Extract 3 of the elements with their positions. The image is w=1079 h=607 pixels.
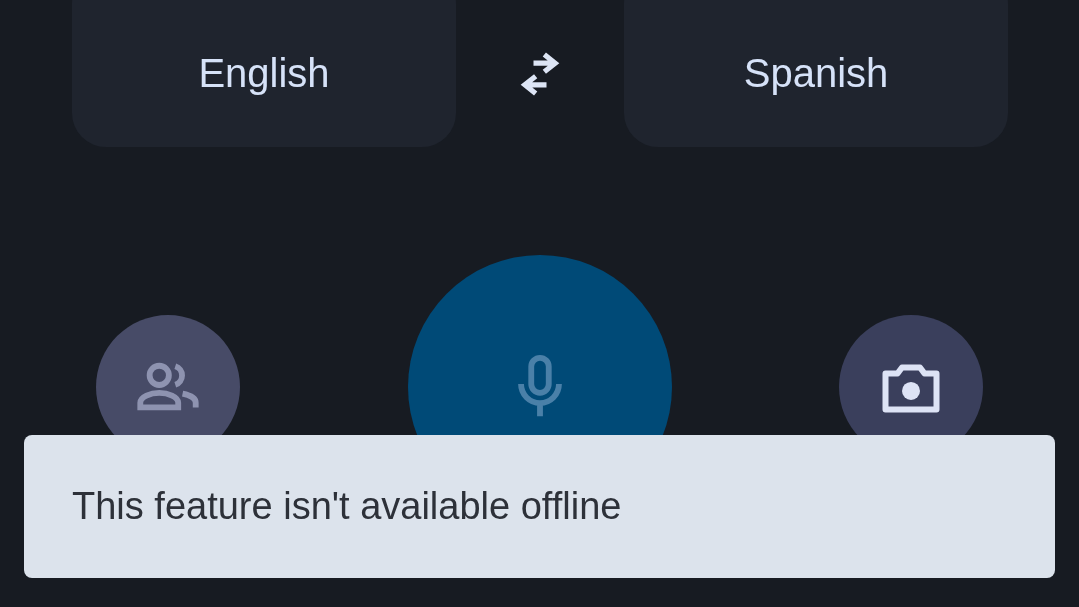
snackbar-message: This feature isn't available offline [72,485,622,528]
source-language-button[interactable]: English [72,0,456,147]
target-language-button[interactable]: Spanish [624,0,1008,147]
